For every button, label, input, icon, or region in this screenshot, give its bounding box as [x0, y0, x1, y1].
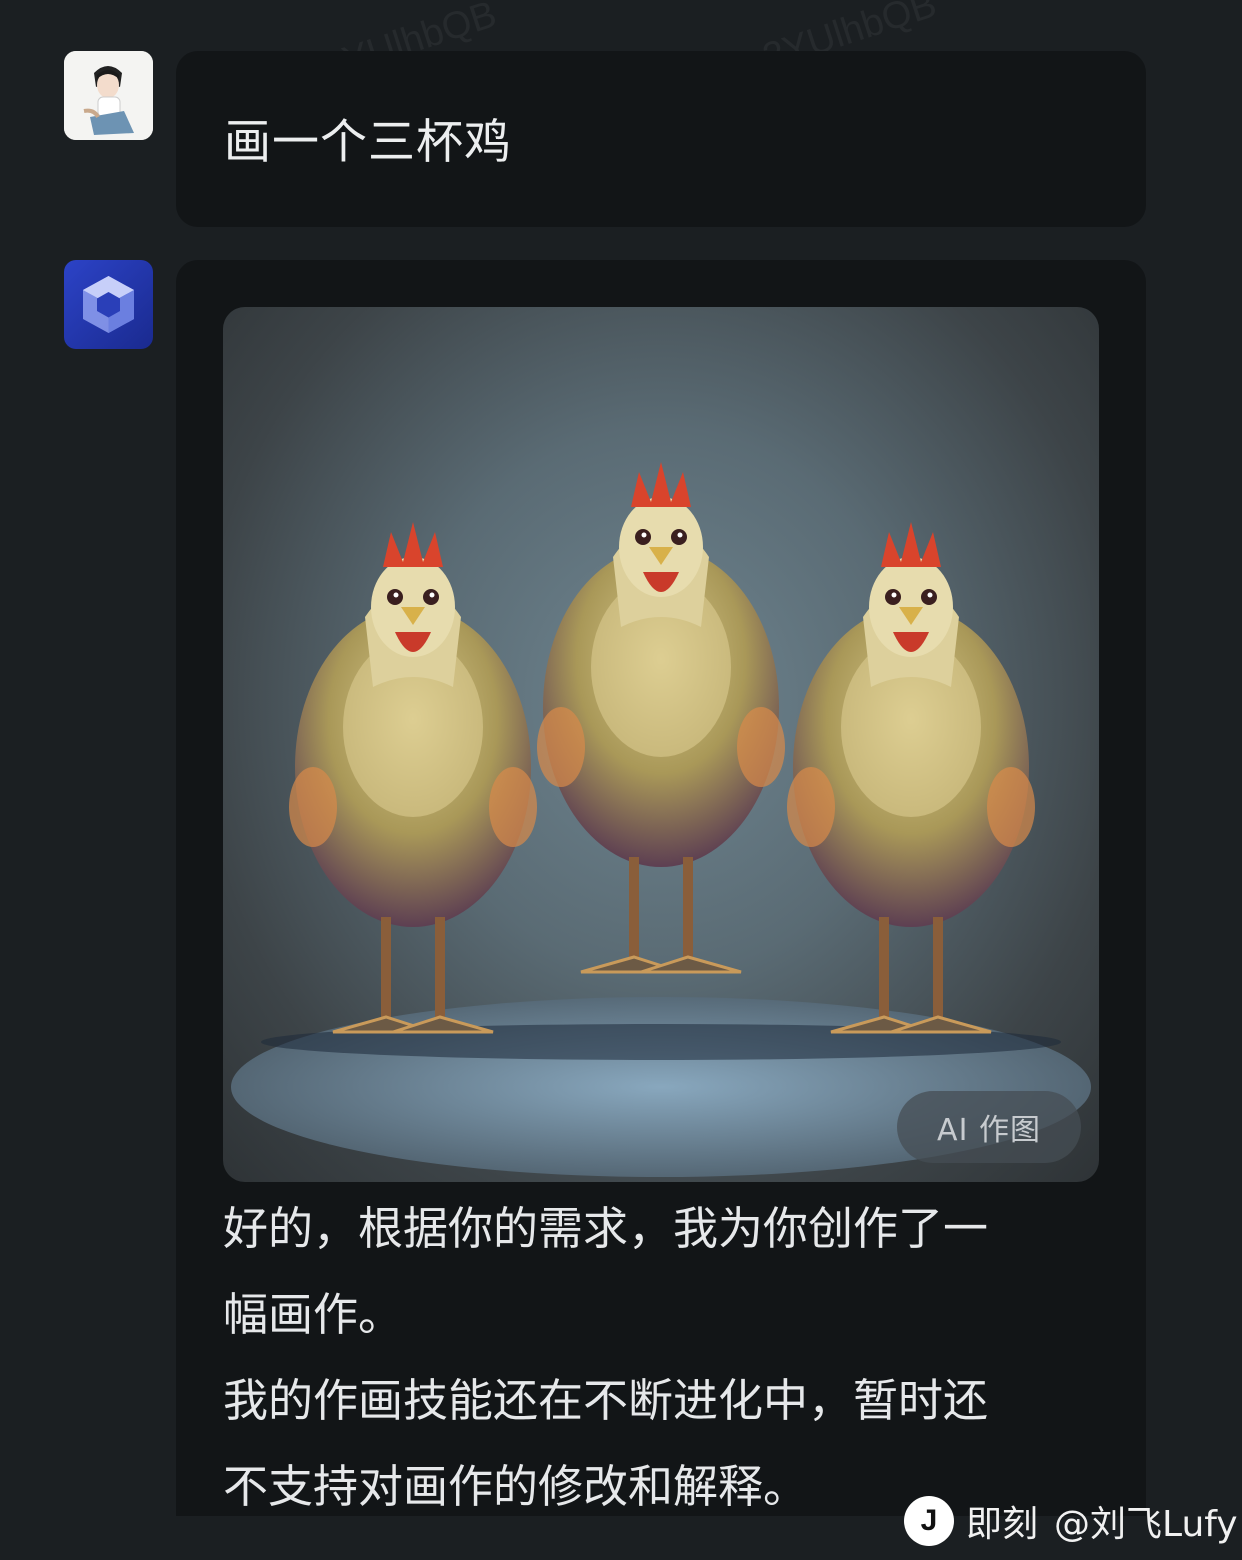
anime-character-icon — [64, 51, 153, 140]
reply-line: 好的，根据你的需求，我为你创作了一 — [223, 1202, 989, 1255]
generated-image[interactable]: AI 作图 — [223, 307, 1099, 1182]
bot-avatar[interactable] — [64, 260, 153, 349]
user-avatar[interactable] — [64, 51, 153, 140]
bot-message-bubble: AI 作图 好的，根据你的需求，我为你创作了一 幅画作。 我的作画技能还在不断进… — [176, 260, 1146, 1516]
three-chickens-illustration — [231, 460, 1091, 1177]
jike-username: @刘飞Lufy — [1054, 1504, 1238, 1545]
ai-drawing-badge: AI 作图 — [897, 1091, 1081, 1163]
reply-line: 我的作画技能还在不断进化中，暂时还 — [223, 1374, 989, 1427]
cube-logo-icon — [83, 276, 134, 333]
reply-line: 幅画作。 — [223, 1288, 404, 1341]
user-message-text: 画一个三杯鸡 — [224, 115, 512, 170]
jike-watermark: J 即刻 @刘飞Lufy — [904, 1493, 1238, 1549]
jike-logo-icon: J — [904, 1496, 954, 1546]
user-message-bubble: 画一个三杯鸡 — [176, 51, 1146, 227]
jike-app-name: 即刻 — [966, 1504, 1039, 1545]
bot-reply-text: 好的，根据你的需求，我为你创作了一 幅画作。 我的作画技能还在不断进化中，暂时还… — [223, 1186, 1103, 1530]
